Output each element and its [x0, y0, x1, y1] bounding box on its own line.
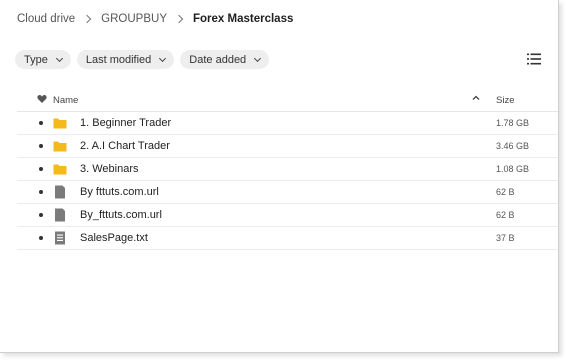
table-row[interactable]: 3. Webinars 1.08 GB	[17, 158, 558, 181]
file-size: 37 B	[496, 233, 515, 243]
file-size: 62 B	[496, 187, 515, 197]
type-filter-label: Type	[24, 53, 48, 66]
file-name: SalesPage.txt	[80, 232, 148, 244]
file-size: 1.08 GB	[496, 164, 530, 174]
url-file-icon	[53, 208, 67, 222]
bullet-icon	[39, 144, 43, 148]
chevron-down-icon	[55, 54, 63, 62]
file-name: 2. A.I Chart Trader	[80, 140, 170, 152]
chevron-down-icon	[159, 54, 167, 62]
table-header: Name Size	[17, 89, 558, 112]
file-name: By_fttuts.com.url	[80, 209, 162, 221]
file-size: 1.78 GB	[496, 118, 530, 128]
column-header-name[interactable]: Name	[53, 95, 78, 106]
date-added-filter-label: Date added	[189, 53, 247, 66]
table-row[interactable]: SalesPage.txt 37 B	[17, 227, 558, 250]
type-filter-button[interactable]: Type	[15, 50, 71, 69]
last-modified-filter-label: Last modified	[85, 53, 152, 66]
bullet-icon	[39, 167, 43, 171]
bullet-icon	[39, 213, 43, 217]
table-body: 1. Beginner Trader 1.78 GB 2. A.I Chart Tr…	[17, 112, 558, 250]
text-file-icon	[53, 231, 67, 245]
table-row[interactable]: 2. A.I Chart Trader 3.46 GB	[17, 135, 558, 158]
folder-icon	[53, 116, 67, 130]
folder-icon	[53, 139, 67, 153]
file-size: 3.46 GB	[496, 141, 530, 151]
file-table: Name Size 1. Beginner Trader 1.78 GB 2. A.…	[17, 89, 558, 250]
chevron-right-icon	[174, 14, 184, 24]
breadcrumb: Cloud drive GROUPBUY Forex Masterclass	[17, 13, 293, 25]
breadcrumb-groupbuy[interactable]: GROUPBUY	[101, 13, 167, 25]
bullet-icon	[39, 236, 43, 240]
breadcrumb-current-folder: Forex Masterclass	[193, 13, 294, 25]
last-modified-filter-button[interactable]: Last modified	[76, 50, 175, 69]
breadcrumb-cloud-drive[interactable]: Cloud drive	[17, 13, 75, 25]
table-row[interactable]: By_fttuts.com.url 62 B	[17, 204, 558, 227]
table-row[interactable]: 1. Beginner Trader 1.78 GB	[17, 112, 558, 135]
list-view-icon[interactable]	[527, 53, 541, 65]
sort-ascending-icon[interactable]	[472, 94, 480, 102]
file-size: 62 B	[496, 210, 515, 220]
file-name: By fttuts.com.url	[80, 186, 159, 198]
file-browser-window: Cloud drive GROUPBUY Forex Masterclass T…	[0, 0, 559, 353]
table-row[interactable]: By fttuts.com.url 62 B	[17, 181, 558, 204]
chevron-right-icon	[82, 14, 92, 24]
bullet-icon	[39, 190, 43, 194]
url-file-icon	[53, 185, 67, 199]
file-name: 3. Webinars	[80, 163, 139, 175]
date-added-filter-button[interactable]: Date added	[180, 50, 270, 69]
bullet-icon	[39, 121, 43, 125]
heart-icon[interactable]	[37, 94, 47, 104]
column-header-size[interactable]: Size	[496, 95, 514, 106]
file-name: 1. Beginner Trader	[80, 117, 172, 129]
folder-icon	[53, 162, 67, 176]
filter-bar: Type Last modified Date added	[15, 50, 270, 69]
chevron-down-icon	[254, 54, 262, 62]
